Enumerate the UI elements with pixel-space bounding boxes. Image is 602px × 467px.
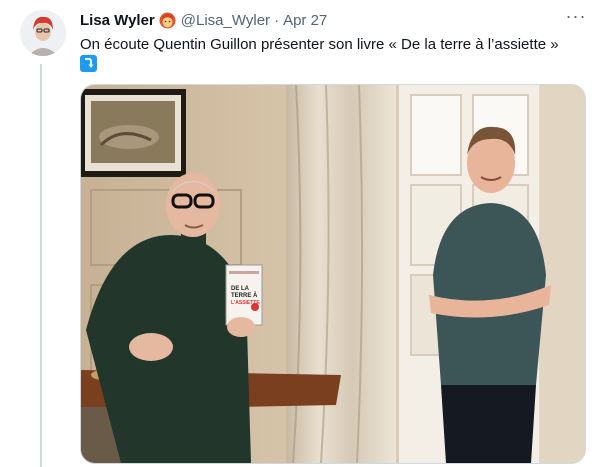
photo-scene: DE LA TERRE À L'ASSIETTE: [81, 85, 585, 463]
book-title-line-1: DE LA: [231, 286, 250, 292]
avatar[interactable]: [20, 10, 66, 56]
avatar-image: [20, 10, 66, 56]
red-haired-woman-emoji-icon: [159, 12, 176, 29]
author-handle[interactable]: @Lisa_Wyler: [181, 12, 270, 29]
header-separator: ·: [274, 11, 280, 29]
book-title-line-2: TERRE À: [231, 292, 258, 299]
thread-line: [40, 64, 42, 467]
tweet[interactable]: Lisa Wyler @Lisa_Wyler · Apr 27 ··· On é…: [0, 0, 602, 467]
tweet-header: Lisa Wyler @Lisa_Wyler · Apr 27: [80, 10, 327, 30]
author-name[interactable]: Lisa Wyler: [80, 12, 155, 29]
tweet-date[interactable]: Apr 27: [283, 12, 327, 29]
right-arrow-curving-down-emoji-icon: [80, 55, 97, 72]
tweet-text: On écoute Quentin Guillon présenter son …: [80, 36, 559, 53]
more-options-icon[interactable]: ···: [564, 7, 588, 28]
tweet-photo[interactable]: DE LA TERRE À L'ASSIETTE: [80, 84, 586, 464]
